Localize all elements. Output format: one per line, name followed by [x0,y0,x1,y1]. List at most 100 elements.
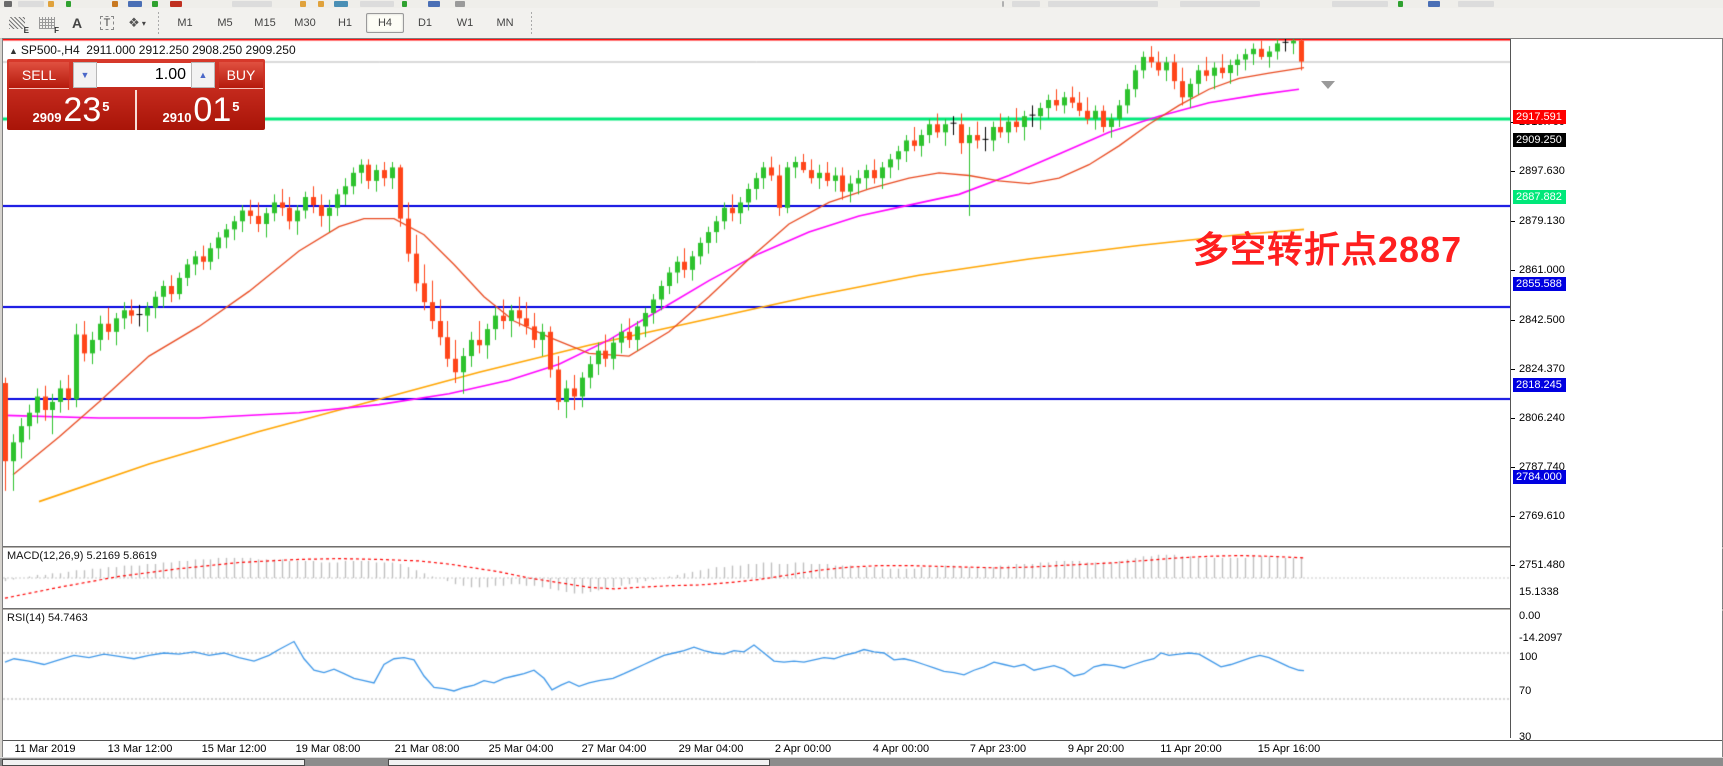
price-tick-mark [1511,320,1515,321]
macd-label: MACD(12,26,9) 5.2169 5.8619 [7,550,157,562]
volume-increase-button[interactable]: ▲ [191,62,215,88]
trade-controls-row: SELL ▼ ▲ BUY [7,61,265,89]
toolbar-icon-fragment [48,1,54,7]
timeframe-button-w1[interactable]: W1 [446,13,484,33]
text-tool[interactable]: A [63,11,91,35]
ask-price-handle: 2910 [163,110,192,125]
price-tick-label: 2842.500 [1519,314,1565,326]
arrows-tool[interactable]: ❖▾ [123,11,151,35]
time-tick-label: 21 Mar 08:00 [395,743,460,755]
macd-canvas[interactable] [3,548,1510,608]
time-tick-label: 25 Mar 04:00 [489,743,554,755]
toolbar-icon-fragment [170,1,182,7]
macd-scale-label: 0.00 [1519,610,1540,622]
toolbar-icon-fragment [18,1,44,7]
timeframe-button-h4[interactable]: H4 [366,13,404,33]
toolbar-icon-fragment [402,1,407,7]
timeframe-button-m30[interactable]: M30 [286,13,324,33]
taskbar-window-box[interactable] [388,759,770,766]
ask-price-sup: 5 [232,101,239,113]
toolbar-icon-fragment [4,1,12,7]
timeframe-button-m1[interactable]: M1 [166,13,204,33]
toolbar-icon-fragment [128,1,142,7]
sell-button[interactable]: SELL [9,62,69,89]
toolbar-icon-fragment [1428,1,1440,7]
price-tick-mark [1511,467,1515,468]
hline-price-tag: 2917.591 [1513,110,1566,124]
time-tick-label: 13 Mar 12:00 [108,743,173,755]
toolbar-icon-fragment [66,1,71,7]
price-tick-mark [1511,221,1515,222]
drawing-tools-group: EFAT❖▾ [2,11,152,35]
time-tick-label: 4 Apr 00:00 [873,743,929,755]
label-tool[interactable]: T [93,11,121,35]
toolbar-icon-fragment [232,1,272,7]
toolbar-icon-fragment [1002,1,1004,7]
hline-price-tag: 2784.000 [1513,470,1566,484]
price-tick-mark [1511,171,1515,172]
toolbar-icon-fragment [1398,1,1403,7]
price-tick-label: 2769.610 [1519,510,1565,522]
fibonacci-grid-tool-icon [39,17,55,29]
toolbar-icon-fragment [428,1,440,7]
time-tick-label: 9 Apr 20:00 [1068,743,1124,755]
time-tick-label: 15 Mar 12:00 [202,743,267,755]
price-tick-label: 2806.240 [1519,412,1565,424]
price-tick-label: 2861.000 [1519,264,1565,276]
timeframe-group: M1M5M15M30H1H4D1W1MN [165,13,525,33]
time-scale[interactable]: 11 Mar 201913 Mar 12:0015 Mar 12:0019 Ma… [3,740,1722,757]
price-tick-mark [1511,369,1515,370]
toolbar-icon-fragment [300,1,306,7]
ask-price-big: 01 [193,95,231,125]
volume-input[interactable] [97,63,191,87]
rsi-scale-label: 70 [1519,685,1531,697]
symbol-label: SP500-,H4 [21,43,80,57]
fibonacci-grid-tool[interactable]: F [33,11,61,35]
timeframe-button-m5[interactable]: M5 [206,13,244,33]
toolbar-icon-fragment [334,1,348,7]
timeframe-button-h1[interactable]: H1 [326,13,364,33]
macd-indicator-panel[interactable]: MACD(12,26,9) 5.2169 5.8619 [3,548,1510,608]
collapse-triangle-icon[interactable]: ▲ [9,46,18,56]
price-tick-mark [1511,418,1515,419]
rsi-indicator-panel[interactable]: RSI(14) 54.7463 [3,610,1510,738]
toolbar-icon-fragment [318,1,324,7]
hline-price-tag: 2818.245 [1513,378,1566,392]
bid-price-handle: 2909 [33,110,62,125]
time-tick-label: 29 Mar 04:00 [679,743,744,755]
timeframe-button-d1[interactable]: D1 [406,13,444,33]
taskbar-window-box[interactable] [2,759,305,766]
toolbar-icon-fragment [112,1,118,7]
toolbar-separator [158,12,159,34]
rsi-scale-label: 100 [1519,651,1537,663]
price-tick-mark [1511,565,1515,566]
price-tick-label: 2751.480 [1519,559,1565,571]
price-tick-label: 2897.630 [1519,165,1565,177]
one-click-trading-panel: SELL ▼ ▲ BUY 2909 23 5 2910 [7,59,265,130]
elliott-wave-tool[interactable]: E [3,11,31,35]
buy-button[interactable]: BUY [219,62,263,89]
ask-price[interactable]: 2910 01 5 [137,90,265,130]
price-tick-label: 2879.130 [1519,215,1565,227]
price-tick-mark [1511,270,1515,271]
time-tick-label: 27 Mar 04:00 [582,743,647,755]
time-tick-label: 19 Mar 08:00 [296,743,361,755]
price-tick-label: 2824.370 [1519,363,1565,375]
toolbar-icon-fragment [152,1,158,7]
bid-price[interactable]: 2909 23 5 [7,90,137,130]
main-chart-panel[interactable]: ▲SP500-,H4 2911.000 2912.250 2908.250 29… [3,39,1510,546]
chart-window: ▲SP500-,H4 2911.000 2912.250 2908.250 29… [2,38,1723,759]
elliott-wave-tool-icon [9,17,25,29]
toolbar-icon-fragment [1012,1,1040,7]
volume-decrease-button[interactable]: ▼ [73,62,97,88]
toolbar-row-drawing-timeframes: EFAT❖▾ M1M5M15M30H1H4D1W1MN [0,8,1723,39]
price-scale[interactable]: 2915.7602897.6302879.1302861.0002842.500… [1511,39,1722,738]
timeframe-button-mn[interactable]: MN [486,13,524,33]
toolbar-icon-fragment [360,1,394,7]
timeframe-button-m15[interactable]: M15 [246,13,284,33]
rsi-canvas[interactable] [3,610,1510,738]
toolbar-icon-fragment [455,1,465,7]
toolbar-icon-fragment [1332,1,1388,7]
toolbar-icon-fragment [1458,1,1494,7]
chart-shift-marker-icon[interactable] [1321,81,1335,89]
